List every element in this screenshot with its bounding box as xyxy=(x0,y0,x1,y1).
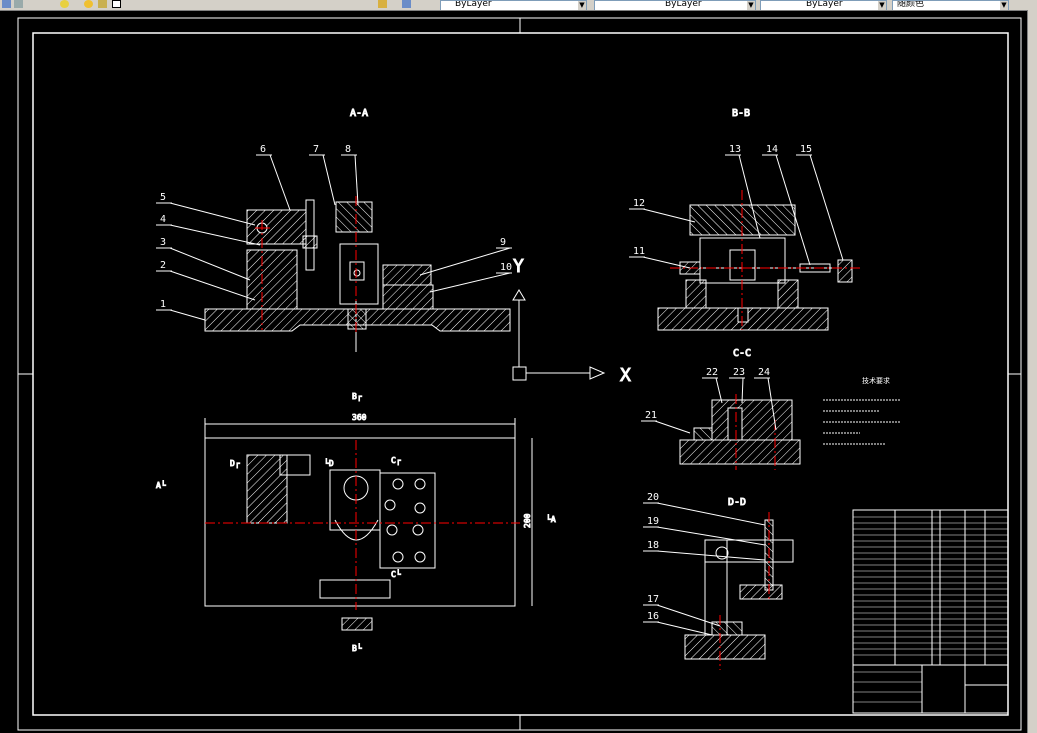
title-block xyxy=(852,509,1009,714)
leader-line xyxy=(642,208,696,223)
balloon-number: 5 xyxy=(160,192,166,203)
balloon-number: 9 xyxy=(500,237,506,248)
balloon-number: 24 xyxy=(758,367,770,378)
lineweight-dropdown-value: 随颜色 xyxy=(897,0,925,9)
leader-line xyxy=(656,604,721,627)
balloon-number: 10 xyxy=(500,262,512,273)
balloon-number: 22 xyxy=(706,367,718,378)
balloon-number: 7 xyxy=(313,144,319,155)
balloon-number: 18 xyxy=(647,540,659,551)
layer-dropdown-value: ByLayer xyxy=(455,0,492,9)
balloon-number: 19 xyxy=(647,516,659,527)
ucs-y-label: Y xyxy=(513,256,524,277)
chevron-down-icon: ▼ xyxy=(747,1,755,10)
leader-line xyxy=(809,154,844,261)
balloon-number: 23 xyxy=(733,367,745,378)
balloon-number: 15 xyxy=(800,144,812,155)
chevron-down-icon: ▼ xyxy=(578,1,586,10)
view-dd: D-D xyxy=(684,497,794,670)
balloon-number: 6 xyxy=(260,144,266,155)
chevron-down-icon: ▼ xyxy=(878,1,886,10)
layer-previous-icon[interactable] xyxy=(402,0,411,8)
ucs-icon: X Y xyxy=(512,256,632,387)
balloon-number: 21 xyxy=(645,410,657,421)
layer-icon[interactable] xyxy=(2,0,11,8)
section-mark-b-bottom: B└ xyxy=(352,643,362,653)
leader-line xyxy=(656,526,766,546)
balloon-number: 11 xyxy=(633,246,645,257)
section-mark-a-right: └A xyxy=(546,514,556,524)
view-aa: A-A xyxy=(204,108,511,352)
technical-requirements: 技术要求 xyxy=(823,376,900,445)
leader-line xyxy=(169,202,256,226)
leader-line xyxy=(715,377,723,404)
match-properties-icon[interactable] xyxy=(378,0,387,8)
leader-line xyxy=(169,309,206,321)
color-swatch-icon[interactable] xyxy=(112,0,121,8)
section-mark-d2: └D xyxy=(324,458,334,468)
balloon-number: 3 xyxy=(160,237,166,248)
balloon-number: 14 xyxy=(766,144,778,155)
lightbulb-icon[interactable] xyxy=(60,0,69,8)
leader-line xyxy=(654,420,691,434)
balloon-number: 13 xyxy=(729,144,741,155)
ucs-x-label: X xyxy=(620,365,631,386)
leader-line xyxy=(169,270,256,301)
drawing-canvas[interactable]: A-A B-B C-C D-D 360 200 B┌ B└ A└ └A D┌ └… xyxy=(0,10,1028,733)
view-label-dd: D-D xyxy=(728,497,746,508)
balloon-number: 12 xyxy=(633,198,645,209)
sun-icon[interactable] xyxy=(84,0,93,8)
leader-line xyxy=(429,272,511,293)
view-label-aa: A-A xyxy=(350,108,368,119)
color-dropdown-value: ByLayer xyxy=(665,0,702,9)
leader-line xyxy=(656,550,766,561)
section-mark-c-bottom: C└ xyxy=(391,569,401,579)
view-plan: 360 200 B┌ B└ A└ └A D┌ └D C┌ C└ xyxy=(156,392,557,654)
balloon-number: 20 xyxy=(647,492,659,503)
section-mark-b-top: B┌ xyxy=(352,392,362,402)
section-mark-c-top: C┌ xyxy=(391,456,401,466)
tech-req-title: 技术要求 xyxy=(862,376,890,385)
balloon-number: 2 xyxy=(160,260,166,271)
leader-line xyxy=(741,377,744,404)
section-mark-d: D┌ xyxy=(230,459,240,469)
balloon-number: 1 xyxy=(160,299,166,310)
view-label-cc: C-C xyxy=(733,348,751,359)
balloon-number: 4 xyxy=(160,214,166,225)
view-label-bb: B-B xyxy=(732,108,750,119)
leader-line xyxy=(269,154,291,211)
dimension-width: 360 xyxy=(352,413,367,422)
chevron-down-icon: ▼ xyxy=(1000,1,1008,10)
balloon-number: 8 xyxy=(345,144,351,155)
leader-line xyxy=(419,247,511,276)
leader-line xyxy=(656,621,713,636)
layer-state-icon[interactable] xyxy=(14,0,23,8)
vertical-scrollbar[interactable] xyxy=(1027,10,1037,733)
lock-icon[interactable] xyxy=(98,0,107,8)
section-mark-a-left: A└ xyxy=(156,480,166,490)
linetype-dropdown-value: ByLayer xyxy=(806,0,843,9)
dimension-height: 200 xyxy=(523,513,532,528)
drawing-frame xyxy=(17,17,1022,731)
leader-line xyxy=(656,502,766,526)
balloon-number: 17 xyxy=(647,594,659,605)
leader-line xyxy=(322,154,336,206)
balloon-number: 16 xyxy=(647,611,659,622)
